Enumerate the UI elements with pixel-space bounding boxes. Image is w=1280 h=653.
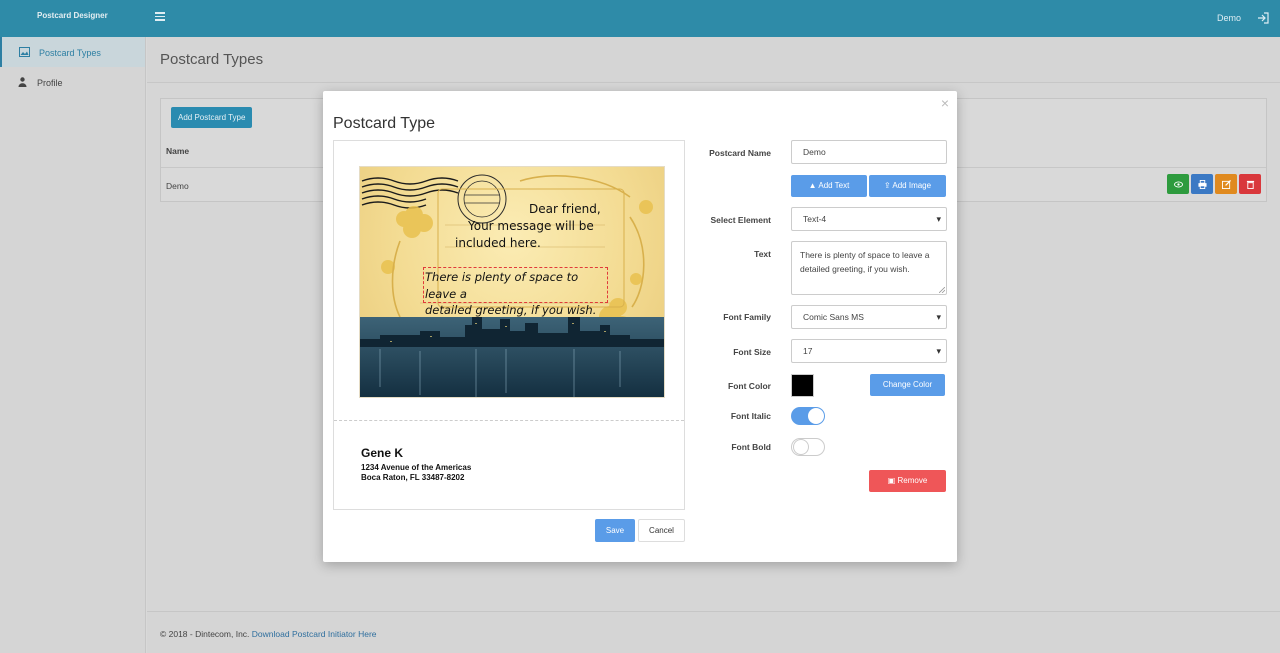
text-textarea[interactable]: There is plenty of space to leave a deta…	[791, 241, 947, 295]
close-icon[interactable]: ×	[941, 95, 949, 111]
text-label: Text	[754, 249, 771, 259]
font-italic-toggle[interactable]	[791, 407, 825, 425]
font-size-dropdown[interactable]: 17	[791, 339, 947, 363]
font-color-swatch[interactable]	[791, 374, 814, 397]
address-name: Gene K	[361, 446, 404, 460]
select-element-value: Text-4	[803, 214, 827, 224]
font-family-label: Font Family	[723, 312, 771, 322]
change-color-button[interactable]: Change Color	[870, 374, 945, 396]
select-element-label: Select Element	[710, 215, 771, 225]
font-size-label: Font Size	[733, 347, 771, 357]
font-family-value: Comic Sans MS	[803, 312, 864, 322]
modal-title: Postcard Type	[333, 115, 435, 132]
add-image-label: Add Image	[892, 181, 932, 190]
postcard-address[interactable]: Gene K 1234 Avenue of the Americas Boca …	[361, 446, 471, 483]
select-element-dropdown[interactable]: Text-4	[791, 207, 947, 231]
font-family-dropdown[interactable]: Comic Sans MS	[791, 305, 947, 329]
add-text-label: Add Text	[818, 181, 850, 190]
text-textarea-value: There is plenty of space to leave a deta…	[800, 250, 930, 274]
remove-button[interactable]: ▣ Remove	[869, 470, 946, 492]
text-icon: ▲	[808, 181, 817, 190]
card-text-line: Your message will be	[468, 219, 594, 233]
card-divider	[334, 420, 684, 421]
postcard-name-input[interactable]: Demo	[791, 140, 947, 164]
add-image-button[interactable]: ⇪ Add Image	[869, 175, 946, 197]
font-bold-toggle[interactable]	[791, 438, 825, 456]
card-text-line: Dear friend,	[529, 202, 601, 216]
save-button[interactable]: Save	[595, 519, 635, 542]
cancel-button[interactable]: Cancel	[638, 519, 685, 542]
address-line: 1234 Avenue of the Americas	[361, 463, 472, 472]
toggle-knob	[793, 439, 809, 455]
font-bold-label: Font Bold	[731, 442, 771, 452]
remove-label: Remove	[897, 476, 928, 485]
card-text-line: included here.	[455, 236, 541, 250]
card-text-selected[interactable]: There is plenty of space to leave a deta…	[423, 267, 608, 317]
card-text-line: There is plenty of space to leave a	[425, 270, 579, 301]
card-text-greeting[interactable]: Dear friend, Your message will be includ…	[455, 201, 635, 252]
font-size-value: 17	[803, 346, 813, 356]
add-text-button[interactable]: ▲ Add Text	[791, 175, 867, 197]
upload-icon: ⇪	[883, 181, 891, 190]
postcard-name-label: Postcard Name	[709, 148, 771, 158]
toggle-knob	[808, 408, 824, 424]
trash-icon: ▣	[887, 476, 896, 485]
postcard-type-modal: × Postcard Type Dear friend, Your messag…	[323, 91, 957, 562]
city-skyline-image	[360, 317, 664, 397]
postcard-front[interactable]: Dear friend, Your message will be includ…	[359, 166, 665, 398]
font-italic-label: Font Italic	[730, 411, 771, 421]
card-text-line: detailed greeting, if you wish.	[425, 303, 597, 317]
address-line: Boca Raton, FL 33487-8202	[361, 473, 465, 482]
font-color-label: Font Color	[728, 381, 771, 391]
resize-grip-icon[interactable]	[939, 287, 945, 293]
postcard-preview: Dear friend, Your message will be includ…	[333, 140, 685, 510]
